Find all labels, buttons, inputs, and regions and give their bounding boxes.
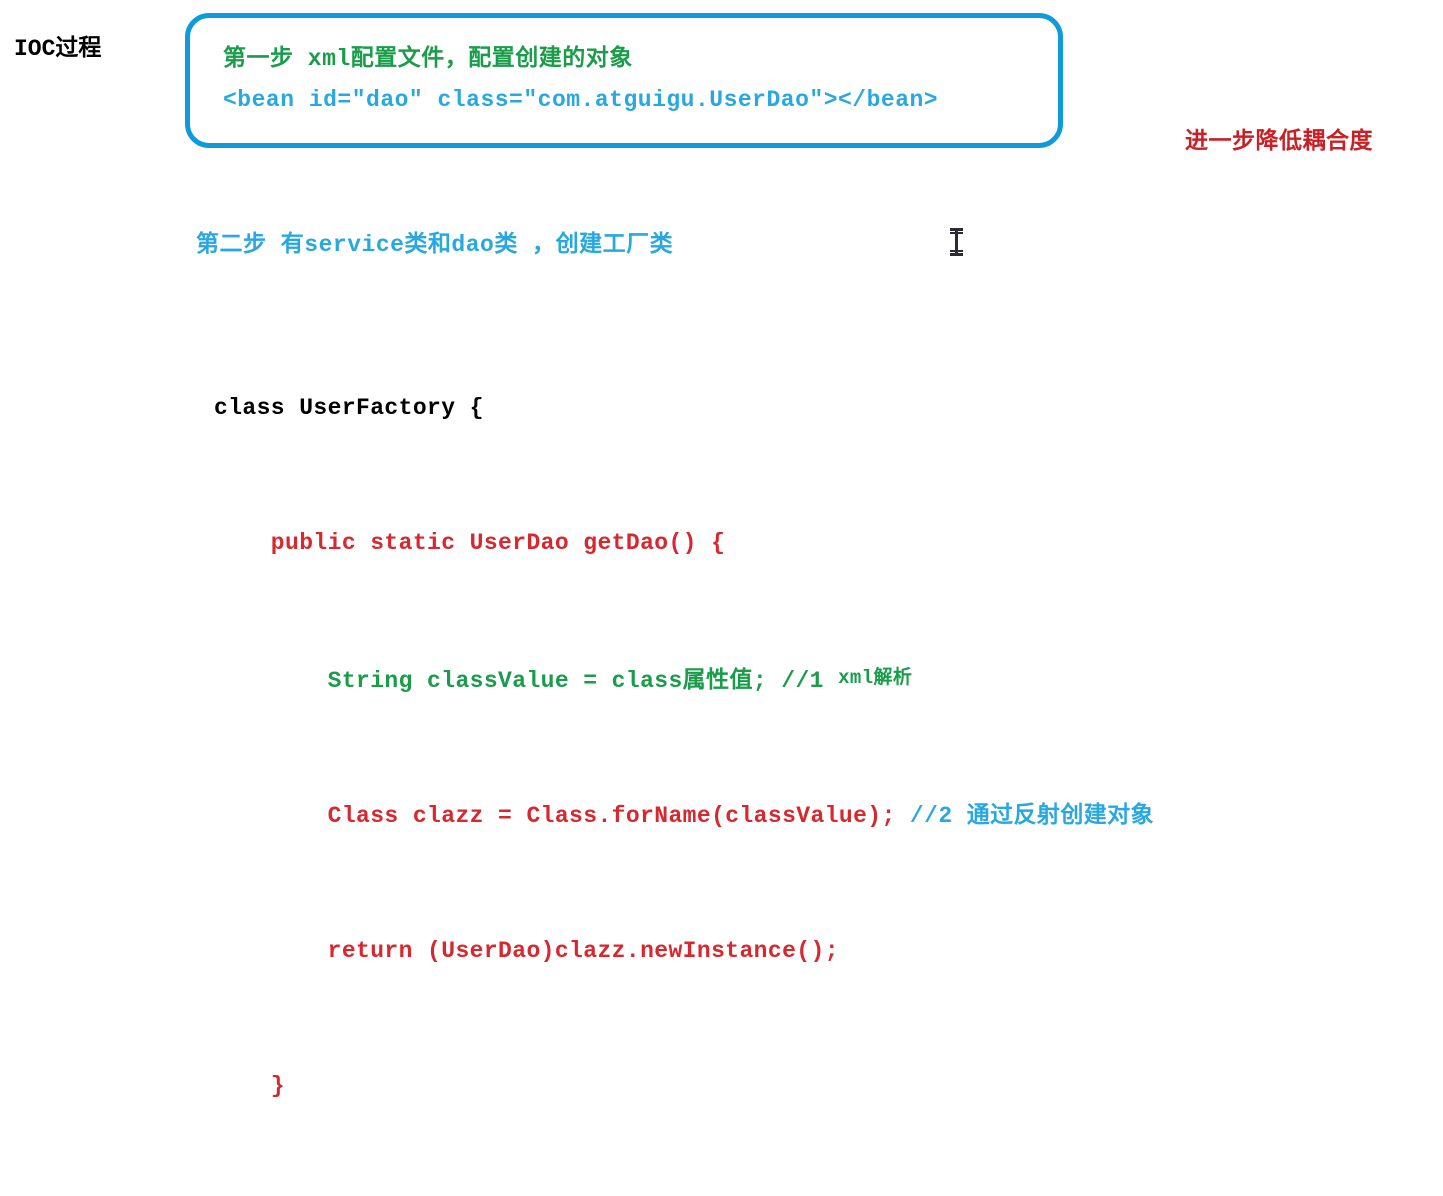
code-text-xml-parse-comment: xml解析 <box>838 667 913 689</box>
coupling-annotation-text: 进一步降低耦合度 <box>1185 129 1373 155</box>
code-text-reflection-comment: //2 通过反射创建对象 <box>909 803 1154 829</box>
code-line-inner-brace: } <box>214 1064 1154 1109</box>
step1-title-text: 第一步 xml配置文件，配置创建的对象 <box>223 46 633 72</box>
code-text-class-userfactory: class UserFactory { <box>214 395 484 421</box>
code-line-class-forname: Class clazz = Class.forName(classValue);… <box>214 794 1154 839</box>
code-text-inner-closing-brace: } <box>214 1073 286 1099</box>
code-text-public-static-getdao: public static UserDao getDao() { <box>214 530 726 556</box>
code-text-class-clazz-forname: Class clazz = Class.forName(classValue); <box>214 803 910 829</box>
ioc-process-label: IOC过程 <box>14 36 102 62</box>
code-text-string-classvalue: String classValue = class属性值; //1 <box>214 668 839 694</box>
step2-heading-text: 第二步 有service类和dao类 ，创建工厂类 <box>196 232 674 258</box>
i-beam-cursor-icon <box>950 228 963 256</box>
user-factory-code-block: class UserFactory { public static UserDa… <box>214 296 1154 1196</box>
code-text-return-newinstance: return (UserDao)clazz.newInstance(); <box>214 938 839 964</box>
step1-callout-box: 第一步 xml配置文件，配置创建的对象 <bean id="dao" class… <box>185 13 1063 148</box>
code-line-getdao-signature: public static UserDao getDao() { <box>214 521 1154 566</box>
code-line-return-newinstance: return (UserDao)clazz.newInstance(); <box>214 929 1154 974</box>
step1-bean-xml-text: <bean id="dao" class="com.atguigu.UserDa… <box>223 87 939 113</box>
code-line-class-decl: class UserFactory { <box>214 386 1154 431</box>
code-line-string-classvalue: String classValue = class属性值; //1 xml解析 <box>214 656 1154 704</box>
